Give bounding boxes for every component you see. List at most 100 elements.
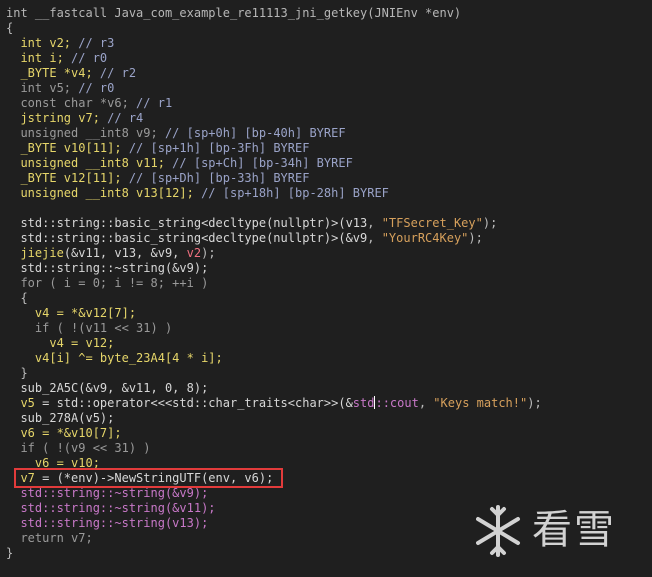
- code-line[interactable]: v6 = *&v10[7];: [6, 426, 122, 441]
- decompiler-code-view[interactable]: int __fastcall Java_com_example_re11113_…: [0, 0, 652, 577]
- code-line[interactable]: for ( i = 0; i != 8; ++i ): [6, 276, 208, 291]
- code-token: }: [6, 366, 28, 380]
- code-line[interactable]: unsigned __int8 v11; // [sp+Ch] [bp-34h]…: [6, 156, 353, 171]
- code-token: int i;: [20, 51, 64, 65]
- code-token: v7: [20, 471, 35, 485]
- code-token: );: [527, 396, 542, 410]
- code-line[interactable]: sub_2A5C(&v9, &v11, 0, 8);: [6, 381, 208, 396]
- code-token: unsigned __int8 v13[12];: [20, 186, 194, 200]
- code-line[interactable]: std::string::~string(v13);: [6, 516, 208, 531]
- code-token: v6 = *&v10[7];: [20, 426, 122, 440]
- code-token: );: [482, 216, 498, 230]
- code-token: v13: [345, 216, 368, 230]
- code-line[interactable]: std::string::~string(&v9);: [6, 261, 208, 276]
- code-token: "YourRC4Key": [381, 231, 469, 245]
- code-line[interactable]: if ( !(v11 << 31) ): [6, 321, 172, 336]
- code-token: return v7;: [6, 531, 93, 545]
- code-token: // r0: [71, 81, 115, 95]
- code-token: // [sp+Ch] [bp-34h] BYREF: [164, 156, 353, 170]
- code-line[interactable]: v7 = (*env)->NewStringUTF(env, v6);: [6, 471, 273, 486]
- code-line[interactable]: }: [6, 366, 28, 381]
- code-token: v4 = v12;: [49, 336, 115, 350]
- code-line[interactable]: std::string::basic_string<decltype(nullp…: [6, 231, 482, 246]
- code-line[interactable]: v5 = std::operator<<<std::char_traits<ch…: [6, 396, 542, 411]
- code-token: v4 = *&v12[7];: [34, 306, 137, 320]
- code-token: std::string::~string(&v11);: [6, 501, 216, 515]
- code-token: std::string::~string(v13);: [6, 516, 209, 530]
- code-token: unsigned __int8 v9;: [20, 126, 158, 140]
- code-token: "Keys match!": [433, 396, 528, 410]
- code-line[interactable]: _BYTE *v4; // r2: [6, 66, 136, 81]
- code-line[interactable]: return v7;: [6, 531, 93, 546]
- code-token: v2: [186, 246, 202, 260]
- watermark: 看雪: [472, 501, 642, 561]
- snowflake-icon: [476, 505, 520, 557]
- code-line[interactable]: const char *v6; // r1: [6, 96, 172, 111]
- code-token: int v5;: [20, 81, 72, 95]
- code-line[interactable]: int __fastcall Java_com_example_re11113_…: [6, 6, 461, 21]
- code-token: if ( !(v9 << 31) ): [20, 441, 151, 455]
- code-token: // r1: [128, 96, 173, 110]
- code-line[interactable]: if ( !(v9 << 31) ): [6, 441, 151, 456]
- code-token: if ( !(v11 << 31) ): [34, 321, 173, 335]
- code-line[interactable]: v4 = *&v12[7];: [6, 306, 136, 321]
- code-line[interactable]: unsigned __int8 v13[12]; // [sp+18h] [bp…: [6, 186, 388, 201]
- code-line[interactable]: sub_278A(v5);: [6, 411, 114, 426]
- code-token: jiejie: [20, 246, 64, 260]
- code-token: // [sp+Dh] [bp-33h] BYREF: [121, 171, 310, 185]
- code-token: );: [201, 246, 216, 260]
- code-line[interactable]: std::string::~string(&v11);: [6, 501, 216, 516]
- code-token: std::string::basic_string<decltype(nullp…: [6, 231, 346, 245]
- code-token: "TFSecret_Key": [381, 216, 483, 230]
- code-token: _BYTE v10[11];: [20, 141, 122, 155]
- code-token: ,: [418, 396, 434, 410]
- code-line[interactable]: _BYTE v12[11]; // [sp+Dh] [bp-33h] BYREF: [6, 171, 309, 186]
- code-line[interactable]: v4[i] ^= byte_23A4[4 * i];: [6, 351, 223, 366]
- code-line[interactable]: int v5; // r0: [6, 81, 114, 96]
- code-token: &v9: [345, 231, 368, 245]
- code-line[interactable]: std::string::~string(&v9);: [6, 486, 208, 501]
- code-line[interactable]: _BYTE v10[11]; // [sp+1h] [bp-3Fh] BYREF: [6, 141, 309, 156]
- code-line[interactable]: {: [6, 21, 13, 36]
- code-line[interactable]: std::string::basic_string<decltype(nullp…: [6, 216, 497, 231]
- code-line[interactable]: unsigned __int8 v9; // [sp+0h] [bp-40h] …: [6, 126, 345, 141]
- code-token: v5: [20, 396, 35, 410]
- code-token: _BYTE v12[11];: [20, 171, 122, 185]
- code-token: // r0: [63, 51, 108, 65]
- code-line[interactable]: int i; // r0: [6, 51, 107, 66]
- code-line[interactable]: v4 = v12;: [6, 336, 114, 351]
- code-token: sub_278A(v5);: [6, 411, 115, 425]
- code-token: = std::operator<<<std::char_traits<char>…: [34, 396, 353, 410]
- code-token: ,: [367, 231, 382, 245]
- code-token: std: [352, 396, 375, 410]
- code-line[interactable]: jstring v7; // r4: [6, 111, 143, 126]
- code-token: _BYTE *v4;: [20, 66, 93, 80]
- code-line[interactable]: jiejie(&v11, v13, &v9, v2);: [6, 246, 216, 261]
- code-token: // [sp+1h] [bp-3Fh] BYREF: [121, 141, 310, 155]
- code-token: // r2: [92, 66, 137, 80]
- code-token: {: [6, 21, 14, 35]
- code-token: int v2;: [20, 36, 72, 50]
- code-line[interactable]: int v2; // r3: [6, 36, 114, 51]
- code-line[interactable]: {: [6, 291, 27, 306]
- code-line[interactable]: v6 = v10;: [6, 456, 100, 471]
- code-line[interactable]: }: [6, 546, 13, 561]
- code-token: jstring v7;: [20, 111, 100, 125]
